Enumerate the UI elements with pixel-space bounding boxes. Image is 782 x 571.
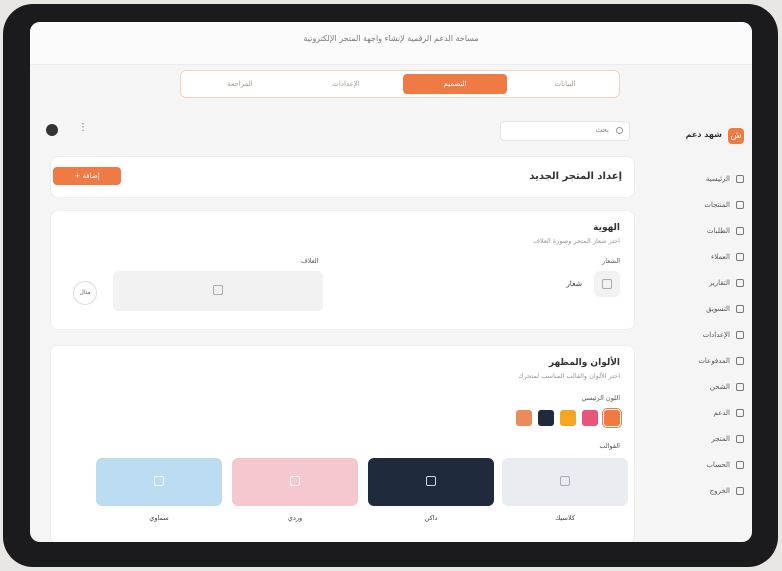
sidebar-item-home[interactable]: الرئيسية	[644, 172, 744, 188]
step-tab-3[interactable]: الإعدادات	[301, 74, 391, 94]
sidebar-item-orders[interactable]: الطلبات	[644, 224, 744, 240]
chart-icon	[736, 279, 744, 287]
color-swatch-orange[interactable]	[602, 408, 622, 428]
box-icon	[736, 201, 744, 209]
theme-card-pink[interactable]	[232, 458, 358, 506]
image-icon	[213, 285, 223, 295]
sidebar-item-logout[interactable]: الخروج	[644, 484, 744, 500]
banner-text: مساحة الدعم الرقمية لإنشاء واجهة المتجر …	[303, 34, 479, 43]
card-icon	[736, 357, 744, 365]
logo-upload[interactable]	[594, 271, 620, 297]
colors-card: الألوان والمظهر اختر الألوان والقالب الم…	[50, 345, 635, 542]
step-tab-1[interactable]: البيانات	[519, 74, 611, 94]
page-title: إعداد المتجر الجديد	[529, 171, 622, 182]
identity-card: الهوية اختر شعار المتجر وصورة الغلاف الش…	[50, 210, 635, 330]
theme-card-classic[interactable]	[502, 458, 628, 506]
more-menu-icon[interactable]: ⋮	[78, 122, 88, 133]
logo-name: شعار	[566, 279, 582, 288]
colors-title: الألوان والمظهر	[548, 358, 620, 368]
megaphone-icon	[736, 305, 744, 313]
search-placeholder: بحث	[595, 126, 609, 134]
theme-name-sky: سماوي	[149, 514, 169, 522]
topbar: ⋮ بحث	[40, 118, 630, 144]
sidebar-item-shipping[interactable]: الشحن	[644, 380, 744, 396]
truck-icon	[736, 383, 744, 391]
theme-card-sky[interactable]	[96, 458, 222, 506]
top-banner: مساحة الدعم الرقمية لإنشاء واجهة المتجر …	[30, 22, 752, 65]
sidebar-item-payments[interactable]: المدفوعات	[644, 354, 744, 370]
gear-icon	[736, 331, 744, 339]
brand-logo-icon: ش	[728, 128, 744, 144]
sidebar-item-customers[interactable]: العملاء	[644, 250, 744, 266]
image-icon	[290, 476, 300, 486]
colors-subtitle: اختر الألوان والقالب المناسب لمتجرك	[518, 372, 620, 380]
search-input[interactable]: بحث	[500, 121, 630, 141]
brand-name: شهد دعم	[685, 130, 722, 139]
store-icon	[736, 435, 744, 443]
logout-icon	[736, 487, 744, 495]
sidebar-item-reports[interactable]: التقارير	[644, 276, 744, 292]
sidebar-item-support[interactable]: الدعم	[644, 406, 744, 422]
help-icon	[736, 409, 744, 417]
user-icon	[736, 461, 744, 469]
sidebar-item-account[interactable]: الحساب	[644, 458, 744, 474]
theme-name-dark: داكن	[424, 514, 438, 522]
cart-icon	[736, 227, 744, 235]
theme-card-dark[interactable]	[368, 458, 494, 506]
sidebar-item-products[interactable]: المنتجات	[644, 198, 744, 214]
theme-name-pink: وردي	[287, 514, 303, 522]
image-icon	[560, 476, 570, 486]
example-button[interactable]: مثال	[73, 281, 97, 305]
home-icon	[736, 175, 744, 183]
image-icon	[426, 476, 436, 486]
sidebar-item-store[interactable]: المتجر	[644, 432, 744, 448]
tablet-screen: مساحة الدعم الرقمية لإنشاء واجهة المتجر …	[30, 22, 752, 542]
palette-label: اللون الرئيسي	[581, 394, 621, 402]
image-icon	[602, 279, 612, 289]
page-header-card: إعداد المتجر الجديد + إضافة	[50, 156, 635, 198]
color-swatch-navy[interactable]	[538, 410, 554, 426]
sidebar-item-settings[interactable]: الإعدادات	[644, 328, 744, 344]
add-button[interactable]: + إضافة	[53, 167, 121, 185]
cover-upload[interactable]	[113, 271, 323, 311]
sidebar-item-marketing[interactable]: التسويق	[644, 302, 744, 318]
theme-name-classic: كلاسيك	[555, 514, 575, 522]
themes-label: القوالب	[599, 442, 620, 450]
color-swatch-pink[interactable]	[582, 410, 598, 426]
sidebar: ش شهد دعم الرئيسية المنتجات الطلبات العم…	[642, 112, 752, 542]
brand[interactable]: ش شهد دعم	[644, 126, 744, 146]
step-tabs: البيانات التصميم الإعدادات المراجعة	[180, 70, 620, 98]
search-icon	[616, 127, 623, 134]
color-swatch-yellow[interactable]	[560, 410, 576, 426]
identity-title: الهوية	[593, 223, 620, 233]
logo-label: الشعار	[602, 257, 620, 265]
step-tab-4[interactable]: المراجعة	[191, 74, 289, 94]
step-tab-2[interactable]: التصميم	[403, 74, 507, 94]
identity-subtitle: اختر شعار المتجر وصورة الغلاف	[533, 237, 620, 245]
cover-label: الغلاف	[301, 257, 319, 265]
users-icon	[736, 253, 744, 261]
settings-gear-icon[interactable]	[46, 124, 58, 136]
image-icon	[154, 476, 164, 486]
color-swatch-peach[interactable]	[516, 410, 532, 426]
